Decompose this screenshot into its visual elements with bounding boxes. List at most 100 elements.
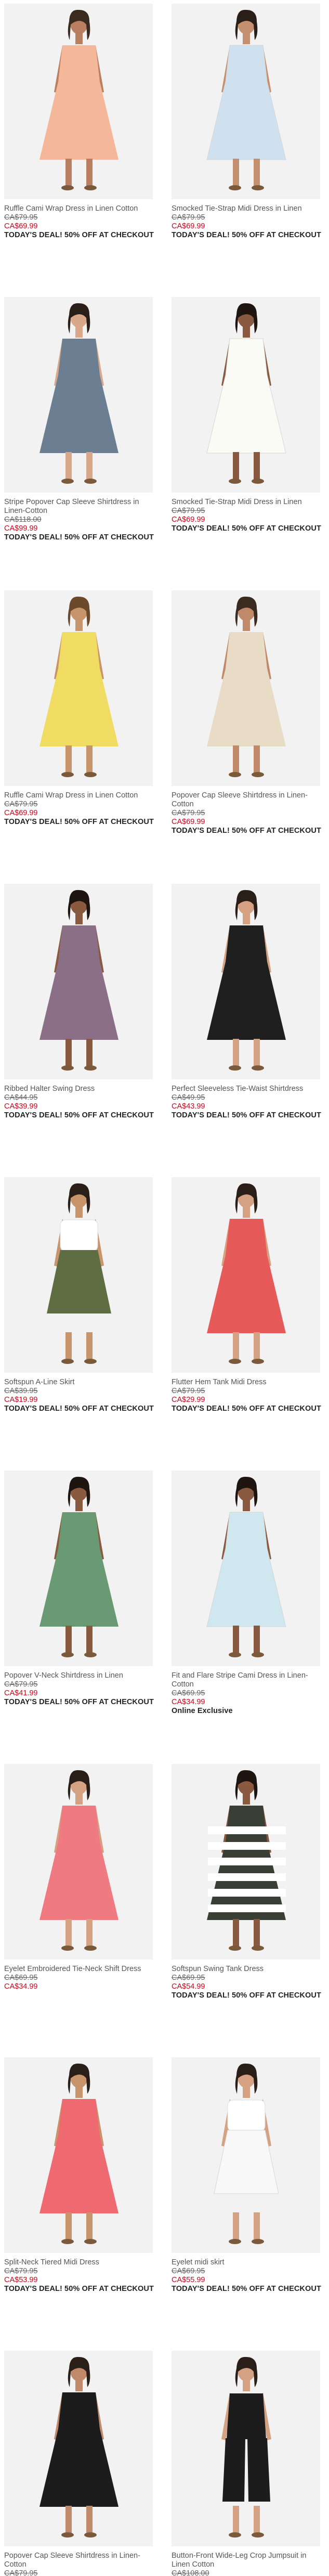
- original-price: CA$39.95: [4, 1387, 38, 1395]
- sale-price: CA$29.99: [172, 1396, 205, 1404]
- promo-text: TODAY'S DEAL! 50% OFF AT CHECKOUT: [4, 1405, 154, 1413]
- product-card[interactable]: Eyelet midi skirt CA$69.95 CA$55.99 TODAY'S…: [172, 2054, 325, 2347]
- original-price: CA$69.95: [4, 1974, 38, 1982]
- product-name[interactable]: Smocked Tie-Strap Midi Dress in Linen: [172, 498, 323, 507]
- product-name[interactable]: Fit and Flare Stripe Cami Dress in Linen…: [172, 1671, 323, 1689]
- original-price: CA$49.95: [172, 1093, 205, 1102]
- product-info: Eyelet midi skirt CA$69.95 CA$55.99 TODAY'S…: [172, 2253, 323, 2294]
- original-price: CA$118.00: [4, 516, 42, 524]
- product-card[interactable]: Ruffle Cami Wrap Dress in Linen Cotton CA…: [4, 587, 157, 880]
- product-image[interactable]: [4, 297, 153, 493]
- sale-price: CA$19.99: [4, 1396, 38, 1404]
- promo-text: TODAY'S DEAL! 50% OFF AT CHECKOUT: [4, 231, 154, 239]
- promo-text: TODAY'S DEAL! 50% OFF AT CHECKOUT: [4, 818, 154, 826]
- product-image[interactable]: [4, 2351, 153, 2546]
- sale-price: CA$69.99: [172, 516, 205, 524]
- product-card[interactable]: Popover Cap Sleeve Shirtdress in Linen-C…: [172, 587, 325, 880]
- sale-price: CA$69.99: [172, 222, 205, 230]
- product-name[interactable]: Perfect Sleeveless Tie-Waist Shirtdress: [172, 1085, 323, 1093]
- sale-price: CA$34.99: [4, 1982, 38, 1991]
- sale-price: CA$41.99: [4, 1689, 38, 1697]
- product-name[interactable]: Eyelet Embroidered Tie-Neck Shift Dress: [4, 1965, 156, 1974]
- product-image[interactable]: [172, 1764, 320, 1960]
- product-image[interactable]: [4, 884, 153, 1079]
- promo-text: TODAY'S DEAL! 50% OFF AT CHECKOUT: [172, 1991, 321, 2000]
- product-image[interactable]: [4, 1177, 153, 1373]
- product-info: Button-Front Wide-Leg Crop Jumpsuit in L…: [172, 2546, 323, 2576]
- promo-text: TODAY'S DEAL! 50% OFF AT CHECKOUT: [172, 2285, 321, 2293]
- product-image[interactable]: [172, 1177, 320, 1373]
- product-card[interactable]: Popover V-Neck Shirtdress in Linen CA$79.…: [4, 1467, 157, 1760]
- product-image[interactable]: [172, 884, 320, 1079]
- product-image[interactable]: [172, 590, 320, 786]
- product-card[interactable]: Smocked Tie-Strap Midi Dress in Linen CA$…: [172, 0, 325, 293]
- product-image[interactable]: [172, 297, 320, 493]
- product-name[interactable]: Popover Cap Sleeve Shirtdress in Linen-C…: [4, 2552, 156, 2569]
- product-image[interactable]: [4, 1764, 153, 1960]
- product-image[interactable]: [4, 1471, 153, 1666]
- sale-price: CA$34.99: [172, 1698, 205, 1706]
- original-price: CA$79.95: [4, 213, 38, 222]
- original-price: CA$79.95: [172, 507, 205, 515]
- promo-text: TODAY'S DEAL! 50% OFF AT CHECKOUT: [172, 1405, 321, 1413]
- product-info: Ribbed Halter Swing Dress CA$44.95 CA$39.9…: [4, 1079, 156, 1120]
- product-name[interactable]: Popover V-Neck Shirtdress in Linen: [4, 1671, 156, 1680]
- sale-price: CA$99.99: [4, 524, 38, 533]
- product-image[interactable]: [4, 590, 153, 786]
- product-name[interactable]: Ruffle Cami Wrap Dress in Linen Cotton: [4, 204, 156, 213]
- product-info: Stripe Popover Cap Sleeve Shirtdress in …: [4, 493, 156, 542]
- original-price: CA$79.95: [172, 213, 205, 222]
- product-card[interactable]: Split-Neck Tiered Midi Dress CA$79.95 CA$5…: [4, 2054, 157, 2347]
- product-card[interactable]: Button-Front Wide-Leg Crop Jumpsuit in L…: [172, 2347, 325, 2576]
- product-card[interactable]: Softspun Swing Tank Dress CA$69.95 CA$54.9…: [172, 1760, 325, 2054]
- product-image[interactable]: [172, 1471, 320, 1666]
- product-card[interactable]: Ribbed Halter Swing Dress CA$44.95 CA$39.9…: [4, 880, 157, 1174]
- promo-text: TODAY'S DEAL! 50% OFF AT CHECKOUT: [172, 827, 321, 835]
- promo-text: TODAY'S DEAL! 50% OFF AT CHECKOUT: [172, 524, 321, 533]
- product-card[interactable]: Flutter Hem Tank Midi Dress CA$79.95 CA$29…: [172, 1174, 325, 1467]
- product-card[interactable]: Perfect Sleeveless Tie-Waist Shirtdress C…: [172, 880, 325, 1174]
- product-image[interactable]: [4, 2057, 153, 2253]
- product-info: Split-Neck Tiered Midi Dress CA$79.95 CA$5…: [4, 2253, 156, 2294]
- original-price: CA$44.95: [4, 1093, 38, 1102]
- sale-price: CA$69.99: [4, 222, 38, 230]
- product-card[interactable]: Fit and Flare Stripe Cami Dress in Linen…: [172, 1467, 325, 1760]
- product-image[interactable]: [4, 4, 153, 199]
- product-name[interactable]: Ribbed Halter Swing Dress: [4, 1085, 156, 1093]
- promo-text: TODAY'S DEAL! 50% OFF AT CHECKOUT: [4, 533, 154, 542]
- product-card[interactable]: Smocked Tie-Strap Midi Dress in Linen CA$…: [172, 293, 325, 587]
- product-card[interactable]: Softspun A-Line Skirt CA$39.95 CA$19.99 TOD…: [4, 1174, 157, 1467]
- original-price: CA$79.95: [4, 800, 38, 808]
- product-name[interactable]: Softspun Swing Tank Dress: [172, 1965, 323, 1974]
- product-name[interactable]: Flutter Hem Tank Midi Dress: [172, 1378, 323, 1387]
- product-image[interactable]: [172, 2351, 320, 2546]
- product-info: Fit and Flare Stripe Cami Dress in Linen…: [172, 1666, 323, 1716]
- product-image[interactable]: [172, 4, 320, 199]
- product-grid: Ruffle Cami Wrap Dress in Linen Cotton CA…: [0, 0, 329, 2576]
- sale-price: CA$39.99: [4, 1102, 38, 1111]
- product-image[interactable]: [172, 2057, 320, 2253]
- promo-text: TODAY'S DEAL! 50% OFF AT CHECKOUT: [172, 1111, 321, 1119]
- product-name[interactable]: Split-Neck Tiered Midi Dress: [4, 2258, 156, 2267]
- product-info: Eyelet Embroidered Tie-Neck Shift Dress C…: [4, 1960, 156, 1991]
- product-name[interactable]: Ruffle Cami Wrap Dress in Linen Cotton: [4, 791, 156, 800]
- original-price: CA$79.95: [4, 2267, 38, 2275]
- product-name[interactable]: Smocked Tie-Strap Midi Dress in Linen: [172, 204, 323, 213]
- product-name[interactable]: Popover Cap Sleeve Shirtdress in Linen-C…: [172, 791, 323, 809]
- product-info: Softspun A-Line Skirt CA$39.95 CA$19.99 TOD…: [4, 1373, 156, 1413]
- sale-price: CA$69.99: [172, 818, 205, 826]
- product-info: Popover Cap Sleeve Shirtdress in Linen-C…: [172, 786, 323, 835]
- promo-text: TODAY'S DEAL! 50% OFF AT CHECKOUT: [172, 231, 321, 239]
- product-card[interactable]: Stripe Popover Cap Sleeve Shirtdress in …: [4, 293, 157, 587]
- product-card[interactable]: Eyelet Embroidered Tie-Neck Shift Dress C…: [4, 1760, 157, 2054]
- sale-price: CA$69.99: [4, 809, 38, 817]
- product-name[interactable]: Button-Front Wide-Leg Crop Jumpsuit in L…: [172, 2552, 323, 2569]
- product-name[interactable]: Stripe Popover Cap Sleeve Shirtdress in …: [4, 498, 156, 516]
- product-card[interactable]: Ruffle Cami Wrap Dress in Linen Cotton CA…: [4, 0, 157, 293]
- product-info: Smocked Tie-Strap Midi Dress in Linen CA$…: [172, 493, 323, 533]
- product-card[interactable]: Popover Cap Sleeve Shirtdress in Linen-C…: [4, 2347, 157, 2576]
- product-name[interactable]: Eyelet midi skirt: [172, 2258, 323, 2267]
- product-name[interactable]: Softspun A-Line Skirt: [4, 1378, 156, 1387]
- product-info: Flutter Hem Tank Midi Dress CA$79.95 CA$29…: [172, 1373, 323, 1413]
- product-info: Ruffle Cami Wrap Dress in Linen Cotton CA…: [4, 199, 156, 240]
